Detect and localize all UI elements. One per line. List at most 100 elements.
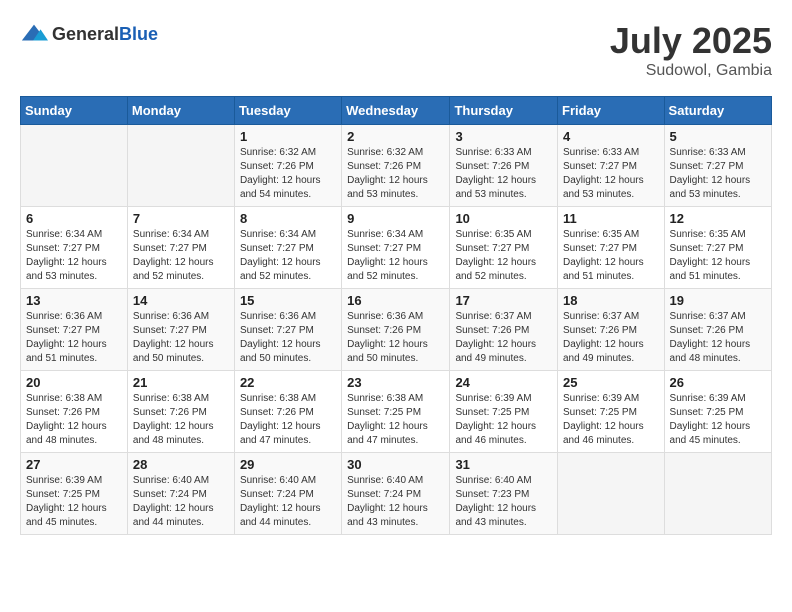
day-number: 8 [240,211,336,226]
calendar-cell: 7 Sunrise: 6:34 AMSunset: 7:27 PMDaylight… [127,207,234,289]
calendar-cell: 20Sunrise: 6:38 AMSunset: 7:26 PMDayligh… [21,371,128,453]
cell-info: Sunrise: 6:32 AMSunset: 7:26 PMDaylight:… [240,146,336,202]
calendar-cell: 22Sunrise: 6:38 AMSunset: 7:26 PMDayligh… [234,371,341,453]
calendar-week-row: 20 Sunrise: 6:38 AMSunset: 7:26 PMDayligh… [21,371,772,453]
day-number: 16 [347,293,444,308]
month-title: July 2025 [610,20,772,62]
day-number: 21 [133,375,229,390]
day-number: 13 [26,293,122,308]
cell-info: Sunrise: 6:39 AMSunset: 7:25 PMDaylight:… [563,392,659,448]
calendar-cell [558,453,665,535]
day-number: 3 [455,129,552,144]
logo: GeneralBlue [20,20,158,48]
calendar-cell: 25 Sunrise: 6:39 AMSunset: 7:25 PMDayligh… [558,371,665,453]
day-number: 26 [670,375,766,390]
calendar-cell: 12 Sunrise: 6:35 AMSunset: 7:27 PMDayligh… [664,207,771,289]
calendar-cell: 2 Sunrise: 6:32 AMSunset: 7:26 PMDaylight… [342,125,450,207]
location-subtitle: Sudowol, Gambia [610,62,772,80]
calendar-cell: 8 Sunrise: 6:34 AMSunset: 7:27 PMDaylight… [234,207,341,289]
cell-info: Sunrise: 6:35 AMSunset: 7:27 PMDaylight:… [455,228,552,284]
day-number: 2 [347,129,444,144]
calendar-cell: 10Sunrise: 6:35 AMSunset: 7:27 PMDayligh… [450,207,558,289]
day-number: 5 [670,129,766,144]
cell-info: Sunrise: 6:36 AMSunset: 7:27 PMDaylight:… [240,310,336,366]
day-number: 14 [133,293,229,308]
cell-info: Sunrise: 6:33 AMSunset: 7:27 PMDaylight:… [670,146,766,202]
cell-info: Sunrise: 6:34 AMSunset: 7:27 PMDaylight:… [347,228,444,284]
cell-info: Sunrise: 6:34 AMSunset: 7:27 PMDaylight:… [26,228,122,284]
calendar-cell: 13Sunrise: 6:36 AMSunset: 7:27 PMDayligh… [21,289,128,371]
cell-info: Sunrise: 6:37 AMSunset: 7:26 PMDaylight:… [455,310,552,366]
day-number: 29 [240,457,336,472]
calendar-cell: 23 Sunrise: 6:38 AMSunset: 7:25 PMDayligh… [342,371,450,453]
day-number: 7 [133,211,229,226]
calendar-cell: 30 Sunrise: 6:40 AMSunset: 7:24 PMDayligh… [342,453,450,535]
day-number: 6 [26,211,122,226]
cell-info: Sunrise: 6:33 AMSunset: 7:26 PMDaylight:… [455,146,552,202]
day-number: 25 [563,375,659,390]
calendar-cell: 6 Sunrise: 6:34 AMSunset: 7:27 PMDaylight… [21,207,128,289]
calendar-week-row: 13 Sunrise: 6:36 AMSunset: 7:27 PMDayligh… [21,289,772,371]
logo-icon [20,20,48,48]
calendar-cell: 27 Sunrise: 6:39 AMSunset: 7:25 PMDayligh… [21,453,128,535]
cell-info: Sunrise: 6:37 AMSunset: 7:26 PMDaylight:… [670,310,766,366]
day-number: 24 [455,375,552,390]
cell-info: Sunrise: 6:32 AMSunset: 7:26 PMDaylight:… [347,146,444,202]
calendar-cell: 16 Sunrise: 6:36 AMSunset: 7:26 PMDayligh… [342,289,450,371]
calendar-cell [664,453,771,535]
day-number: 19 [670,293,766,308]
cell-info: Sunrise: 6:39 AMSunset: 7:25 PMDaylight:… [455,392,552,448]
cell-info: Sunrise: 6:40 AMSunset: 7:24 PMDaylight:… [347,474,444,530]
cell-info: Sunrise: 6:36 AMSunset: 7:27 PMDaylight:… [133,310,229,366]
page-header: GeneralBlue July 2025 Sudowol, Gambia [20,20,772,80]
cell-info: Sunrise: 6:39 AMSunset: 7:25 PMDaylight:… [670,392,766,448]
calendar-cell: 5 Sunrise: 6:33 AMSunset: 7:27 PMDaylight… [664,125,771,207]
calendar-cell: 14 Sunrise: 6:36 AMSunset: 7:27 PMDayligh… [127,289,234,371]
calendar-cell: 15 Sunrise: 6:36 AMSunset: 7:27 PMDayligh… [234,289,341,371]
calendar-cell: 21 Sunrise: 6:38 AMSunset: 7:26 PMDayligh… [127,371,234,453]
calendar-cell: 9 Sunrise: 6:34 AMSunset: 7:27 PMDaylight… [342,207,450,289]
cell-info: Sunrise: 6:34 AMSunset: 7:27 PMDaylight:… [133,228,229,284]
calendar-table: SundayMondayTuesdayWednesdayThursdayFrid… [20,96,772,535]
weekday-header: Saturday [664,97,771,125]
cell-info: Sunrise: 6:40 AMSunset: 7:24 PMDaylight:… [133,474,229,530]
calendar-cell [21,125,128,207]
day-number: 17 [455,293,552,308]
day-number: 31 [455,457,552,472]
weekday-row: SundayMondayTuesdayWednesdayThursdayFrid… [21,97,772,125]
day-number: 18 [563,293,659,308]
calendar-cell: 28 Sunrise: 6:40 AMSunset: 7:24 PMDayligh… [127,453,234,535]
cell-info: Sunrise: 6:35 AMSunset: 7:27 PMDaylight:… [563,228,659,284]
day-number: 28 [133,457,229,472]
cell-info: Sunrise: 6:37 AMSunset: 7:26 PMDaylight:… [563,310,659,366]
calendar-cell: 19 Sunrise: 6:37 AMSunset: 7:26 PMDayligh… [664,289,771,371]
day-number: 12 [670,211,766,226]
calendar-header: SundayMondayTuesdayWednesdayThursdayFrid… [21,97,772,125]
logo-text: GeneralBlue [52,24,158,45]
cell-info: Sunrise: 6:36 AMSunset: 7:26 PMDaylight:… [347,310,444,366]
calendar-cell: 31 Sunrise: 6:40 AMSunset: 7:23 PMDayligh… [450,453,558,535]
day-number: 27 [26,457,122,472]
cell-info: Sunrise: 6:35 AMSunset: 7:27 PMDaylight:… [670,228,766,284]
day-number: 11 [563,211,659,226]
day-number: 20 [26,375,122,390]
calendar-cell: 17 Sunrise: 6:37 AMSunset: 7:26 PMDayligh… [450,289,558,371]
day-number: 23 [347,375,444,390]
cell-info: Sunrise: 6:34 AMSunset: 7:27 PMDaylight:… [240,228,336,284]
cell-info: Sunrise: 6:40 AMSunset: 7:24 PMDaylight:… [240,474,336,530]
logo-blue: Blue [119,24,158,44]
weekday-header: Monday [127,97,234,125]
calendar-body: 1 Sunrise: 6:32 AMSunset: 7:26 PMDaylight… [21,125,772,535]
cell-info: Sunrise: 6:38 AMSunset: 7:25 PMDaylight:… [347,392,444,448]
calendar-cell: 1 Sunrise: 6:32 AMSunset: 7:26 PMDaylight… [234,125,341,207]
day-number: 30 [347,457,444,472]
calendar-cell [127,125,234,207]
day-number: 15 [240,293,336,308]
cell-info: Sunrise: 6:40 AMSunset: 7:23 PMDaylight:… [455,474,552,530]
cell-info: Sunrise: 6:39 AMSunset: 7:25 PMDaylight:… [26,474,122,530]
day-number: 4 [563,129,659,144]
day-number: 1 [240,129,336,144]
cell-info: Sunrise: 6:38 AMSunset: 7:26 PMDaylight:… [133,392,229,448]
day-number: 9 [347,211,444,226]
weekday-header: Sunday [21,97,128,125]
